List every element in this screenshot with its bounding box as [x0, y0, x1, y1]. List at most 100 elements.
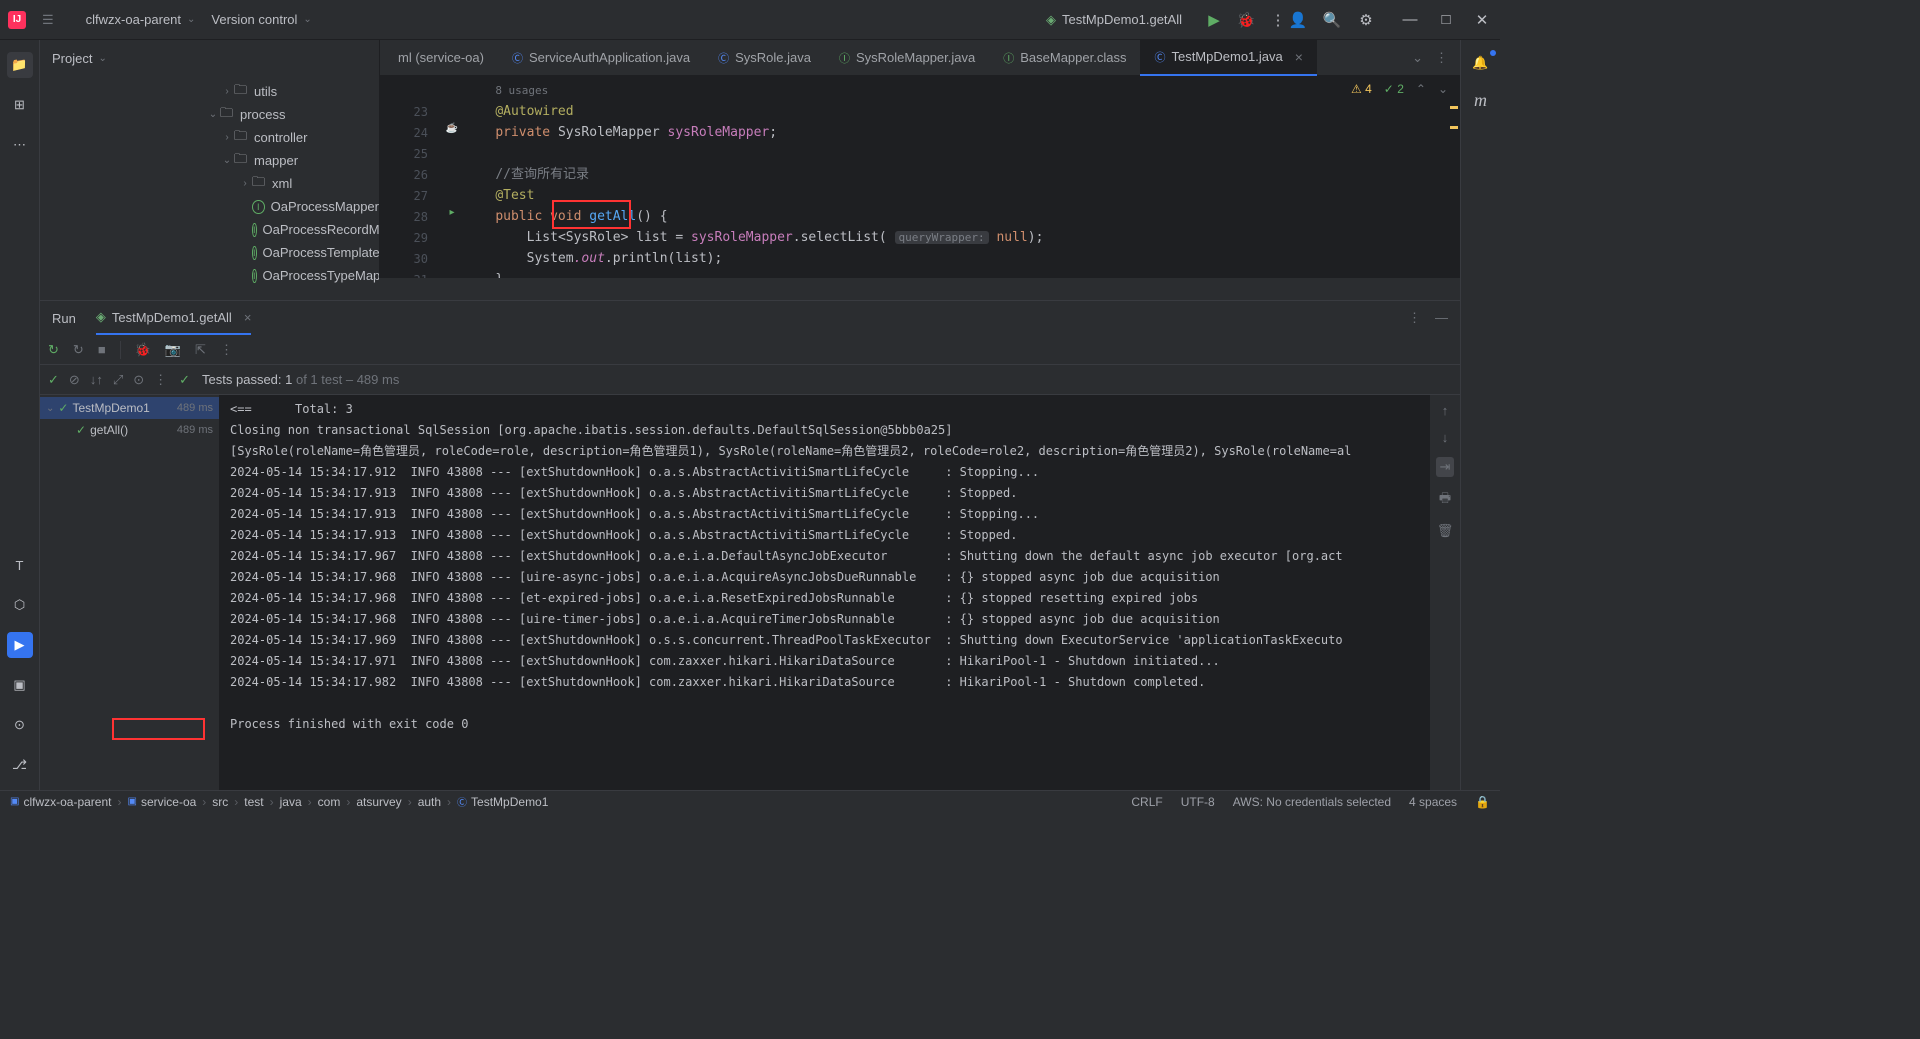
vcs-icon[interactable]: ⎇ — [7, 752, 33, 778]
tree-file[interactable]: I OaProcessMapper — [40, 195, 379, 218]
notifications-icon[interactable]: 🔔 — [1468, 50, 1494, 76]
breadcrumb-item[interactable]: com — [318, 795, 341, 809]
search-icon[interactable]: 🔍 — [1322, 11, 1342, 29]
terminal-icon[interactable]: ▣ — [7, 672, 33, 698]
trash-icon[interactable]: 🗑 — [1437, 523, 1454, 539]
more-icon[interactable]: ⋮ — [1435, 50, 1448, 66]
aws-status[interactable]: AWS: No credentials selected — [1233, 795, 1391, 809]
debug-button[interactable]: 🐞 — [1236, 11, 1256, 29]
editor-tab[interactable]: ⒾSysRoleMapper.java — [825, 40, 989, 76]
main-menu-icon[interactable]: ☰ — [42, 12, 54, 28]
settings-icon[interactable]: ⚙ — [1356, 11, 1376, 29]
chevron-down-icon: ⌄ — [187, 14, 195, 25]
minimize-icon[interactable]: — — [1400, 11, 1420, 29]
editor-tab[interactable]: ⒸSysRole.java — [704, 40, 825, 76]
tree-folder[interactable]: › 🗀 controller — [40, 126, 379, 149]
stop-icon[interactable]: ■ — [98, 342, 106, 357]
lock-icon[interactable]: 🔒 — [1475, 795, 1490, 809]
check-icon[interactable]: ✓ — [48, 372, 59, 388]
camera-icon[interactable]: 📷 — [165, 342, 181, 358]
editor-tab[interactable]: ⒸServiceAuthApplication.java — [498, 40, 704, 76]
tab-label: ml (service-oa) — [398, 50, 484, 65]
nav-up-icon[interactable]: ⌃ — [1416, 82, 1426, 96]
editor-content[interactable]: ⚠ 4 ✓ 2 ⌃ ⌄ 23 24 25 26 27 28 29 30 31 ☕… — [380, 76, 1460, 278]
breadcrumb-item[interactable]: test — [244, 795, 263, 809]
debug-icon[interactable]: 🐞 — [135, 342, 151, 358]
more-icon[interactable]: ⋮ — [154, 372, 167, 388]
project-tool-icon[interactable]: 📁 — [7, 52, 33, 78]
line-ending[interactable]: CRLF — [1131, 795, 1162, 809]
encoding[interactable]: UTF-8 — [1181, 795, 1215, 809]
run-tab[interactable]: ◈ TestMpDemo1.getAll × — [96, 301, 252, 335]
code-with-me-icon[interactable]: 👤 — [1288, 11, 1308, 29]
breadcrumb-item[interactable]: atsurvey — [356, 795, 401, 809]
editor-scrollbar[interactable] — [1446, 76, 1460, 278]
editor-tab-active[interactable]: ⒸTestMpDemo1.java× — [1140, 40, 1316, 76]
tree-label: OaProcessRecordMapper — [263, 222, 379, 237]
text-tool-icon[interactable]: T — [7, 552, 33, 578]
test-tree-item[interactable]: ✓ getAll() 489 ms — [40, 419, 219, 441]
rerun-icon[interactable]: ↻ — [48, 342, 59, 358]
more-icon[interactable]: ⋮ — [1268, 11, 1288, 29]
warning-badge[interactable]: ⚠ 4 — [1351, 82, 1372, 96]
bean-icon[interactable]: ☕ — [440, 118, 464, 139]
more-icon[interactable]: ⋮ — [1408, 310, 1421, 326]
error-icon[interactable]: ⊘ — [69, 372, 80, 388]
tree-folder[interactable]: › 🗀 utils — [40, 80, 379, 103]
usages-hint[interactable]: 8 usages — [495, 84, 548, 97]
wrap-icon[interactable]: ⇥ — [1436, 457, 1455, 477]
run-configuration[interactable]: ◈ TestMpDemo1.getAll — [1036, 8, 1192, 32]
close-icon[interactable]: × — [1295, 49, 1303, 65]
vcs-dropdown[interactable]: Version control ⌄ — [203, 8, 319, 31]
breadcrumb-item[interactable]: auth — [418, 795, 441, 809]
tree-file[interactable]: I OaProcessTypeMapper — [40, 264, 379, 287]
run-gutter-icon[interactable]: ▸ — [440, 202, 464, 223]
structure-tool-icon[interactable]: ⊞ — [7, 92, 33, 118]
breadcrumb-item[interactable]: ▣service-oa — [127, 795, 196, 809]
breadcrumb-item[interactable]: src — [212, 795, 228, 809]
tree-file[interactable]: I OaProcessTemplateMapper — [40, 241, 379, 264]
editor-tab[interactable]: ⒾBaseMapper.class — [989, 40, 1140, 76]
test-status-bar: ✓ ⊘ ↓↑ ⤢ ⊙ ⋮ ✓ Tests passed: 1 of 1 test… — [40, 365, 1460, 395]
close-icon[interactable]: ✕ — [1472, 11, 1492, 29]
console-right-toolbar: ↑ ↓ ⇥ 🖶 🗑 — [1430, 395, 1460, 790]
expand-icon[interactable]: ⤢ — [113, 372, 123, 388]
clock-icon[interactable]: ⊙ — [133, 372, 144, 388]
breadcrumb-item[interactable]: java — [280, 795, 302, 809]
rerun-failed-icon[interactable]: ↻ — [73, 342, 84, 358]
interface-icon: I — [252, 269, 257, 283]
chevron-down-icon[interactable]: ⌄ — [98, 53, 106, 64]
tree-folder[interactable]: ⌄ 🗀 mapper — [40, 149, 379, 172]
maximize-icon[interactable]: □ — [1436, 11, 1456, 29]
print-icon[interactable]: 🖶 — [1439, 489, 1451, 511]
ok-badge[interactable]: ✓ 2 — [1384, 82, 1404, 96]
inspection-badges[interactable]: ⚠ 4 ✓ 2 ⌃ ⌄ — [1351, 82, 1448, 96]
chevron-right-icon: › — [238, 178, 252, 189]
project-dropdown[interactable]: clfwzx-oa-parent ⌄ — [78, 8, 204, 31]
run-tool-icon[interactable]: ▶ — [7, 632, 33, 658]
services-icon[interactable]: ⬡ — [7, 592, 33, 618]
tree-file[interactable]: I OaProcessRecordMapper — [40, 218, 379, 241]
tab-label: SysRoleMapper.java — [856, 50, 975, 65]
minimize-icon[interactable]: — — [1435, 310, 1448, 326]
code-area[interactable]: 8 usages @Autowired private SysRoleMappe… — [464, 76, 1446, 278]
tree-folder[interactable]: ⌄ 🗀 process — [40, 103, 379, 126]
console-output[interactable]: <== Total: 3 Closing non transactional S… — [220, 395, 1430, 790]
down-icon[interactable]: ↓ — [1442, 430, 1449, 445]
close-icon[interactable]: × — [244, 310, 252, 325]
more-tools-icon[interactable]: ⋯ — [7, 132, 33, 158]
run-button[interactable]: ▶ — [1204, 11, 1224, 29]
sort-icon[interactable]: ↓↑ — [90, 372, 103, 388]
more-icon[interactable]: ⋮ — [220, 342, 233, 358]
breadcrumb-item[interactable]: ▣clfwzx-oa-parent — [10, 795, 111, 809]
tree-folder[interactable]: › 🗀 xml — [40, 172, 379, 195]
chevron-down-icon[interactable]: ⌄ — [1412, 50, 1423, 66]
export-icon[interactable]: ⇱ — [195, 342, 206, 358]
breadcrumb-item[interactable]: ⒸTestMpDemo1 — [457, 794, 548, 809]
maven-icon[interactable]: m — [1474, 90, 1487, 111]
problems-icon[interactable]: ⊙ — [7, 712, 33, 738]
editor-tab[interactable]: ml (service-oa) — [384, 40, 498, 76]
up-icon[interactable]: ↑ — [1442, 403, 1449, 418]
test-tree-root[interactable]: ⌄ ✓ TestMpDemo1 489 ms — [40, 397, 219, 419]
indent[interactable]: 4 spaces — [1409, 795, 1457, 809]
